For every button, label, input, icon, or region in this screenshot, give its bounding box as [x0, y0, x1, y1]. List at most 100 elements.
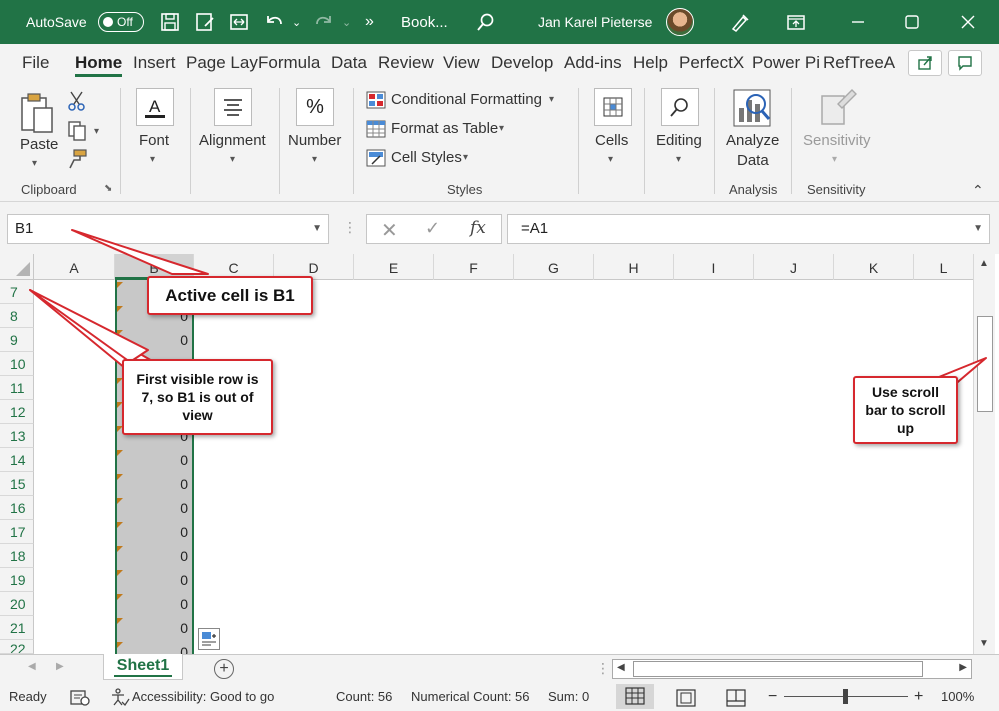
error-indicator-icon[interactable] — [117, 330, 123, 336]
new-sheet-icon[interactable]: + — [214, 659, 234, 679]
zoom-level[interactable]: 100% — [941, 682, 974, 711]
font-button[interactable]: A Font ▾ — [134, 88, 176, 172]
column-header-l[interactable]: L — [914, 254, 973, 280]
error-indicator-icon[interactable] — [117, 450, 123, 456]
save-icon[interactable] — [160, 0, 180, 44]
zoom-in-icon[interactable]: + — [914, 682, 923, 711]
column-header-k[interactable]: K — [834, 254, 914, 280]
page-break-view-icon[interactable] — [726, 688, 746, 707]
autofit-icon[interactable] — [229, 0, 249, 44]
tab-power-pivot[interactable]: Power Pi — [752, 44, 820, 82]
status-numerical-count[interactable]: Numerical Count: 56 — [411, 682, 530, 711]
tab-split-grip-icon[interactable]: ⋮ — [596, 660, 610, 677]
share-button[interactable] — [908, 50, 942, 76]
previous-sheet-icon[interactable]: ◀ — [28, 661, 36, 672]
row-header[interactable]: 10 — [0, 352, 34, 376]
horizontal-scroll-thumb[interactable] — [633, 661, 923, 677]
row-header[interactable]: 9 — [0, 328, 34, 352]
pen-icon[interactable] — [730, 0, 750, 44]
row-header[interactable]: 21 — [0, 616, 34, 640]
maximize-icon[interactable] — [902, 0, 922, 44]
save-as-icon[interactable] — [195, 0, 215, 44]
tab-page-layout[interactable]: Page Lay — [186, 44, 258, 82]
column-header-i[interactable]: I — [674, 254, 754, 280]
tab-reftree[interactable]: RefTreeA — [823, 44, 895, 82]
vertical-scrollbar[interactable]: ▲ ▼ — [973, 254, 995, 654]
autosave-toggle[interactable]: Off — [98, 0, 144, 44]
search-icon[interactable] — [476, 0, 496, 44]
ribbon-display-icon[interactable] — [786, 0, 806, 44]
collapse-ribbon-icon[interactable]: ⌃ — [972, 182, 984, 199]
row-header[interactable]: 20 — [0, 592, 34, 616]
horizontal-scrollbar[interactable]: ◀ ▶ — [612, 659, 972, 679]
clipboard-launcher-icon[interactable]: ⬊ — [104, 183, 112, 194]
normal-view-button[interactable] — [616, 684, 654, 709]
error-indicator-icon[interactable] — [117, 498, 123, 504]
row-header[interactable]: 22 — [0, 640, 34, 654]
tab-perfectx[interactable]: PerfectX — [679, 44, 744, 82]
row-header[interactable]: 11 — [0, 376, 34, 400]
tab-formulas[interactable]: Formula — [258, 44, 320, 82]
column-header-g[interactable]: G — [514, 254, 594, 280]
vertical-scroll-thumb[interactable] — [977, 316, 993, 412]
user-name[interactable]: Jan Karel Pieterse — [538, 0, 652, 44]
tab-developer[interactable]: Develop — [491, 44, 553, 82]
cell-b16[interactable]: 0 — [117, 496, 192, 520]
cell-styles-button[interactable]: Cell Styles ▾ — [366, 148, 476, 170]
sheet-tab-sheet1[interactable]: Sheet1 — [103, 654, 183, 680]
cell-b20[interactable]: 0 — [117, 592, 192, 616]
column-header-e[interactable]: E — [354, 254, 434, 280]
paste-button[interactable]: Paste ▾ — [14, 88, 62, 172]
cell-b22[interactable]: 0 — [117, 640, 192, 654]
conditional-formatting-button[interactable]: Conditional Formatting ▾ — [366, 90, 562, 112]
cells-button[interactable]: Cells ▾ — [590, 88, 636, 172]
row-header[interactable]: 13 — [0, 424, 34, 448]
tab-add-ins[interactable]: Add-ins — [564, 44, 622, 82]
row-header[interactable]: 14 — [0, 448, 34, 472]
scroll-right-icon[interactable]: ▶ — [959, 662, 967, 673]
minimize-icon[interactable] — [848, 0, 868, 44]
analyze-data-button[interactable]: Analyze Data — [722, 88, 784, 172]
editing-button[interactable]: Editing ▾ — [654, 88, 706, 172]
row-header[interactable]: 18 — [0, 544, 34, 568]
more-commands-button[interactable]: » — [365, 0, 374, 44]
cut-icon[interactable] — [66, 90, 88, 115]
tab-insert[interactable]: Insert — [133, 44, 176, 82]
zoom-out-icon[interactable]: − — [768, 682, 777, 711]
status-sum[interactable]: Sum: 0 — [548, 682, 589, 711]
error-indicator-icon[interactable] — [117, 594, 123, 600]
row-header[interactable]: 16 — [0, 496, 34, 520]
comments-button[interactable] — [948, 50, 982, 76]
cancel-icon[interactable]: ✕ — [381, 218, 398, 243]
row-header[interactable]: 19 — [0, 568, 34, 592]
close-icon[interactable] — [958, 0, 978, 44]
column-header-h[interactable]: H — [594, 254, 674, 280]
tab-home[interactable]: Home — [75, 44, 123, 82]
copy-icon[interactable] — [66, 120, 88, 145]
enter-icon[interactable]: ✓ — [425, 218, 440, 239]
status-count[interactable]: Count: 56 — [336, 682, 392, 711]
error-indicator-icon[interactable] — [117, 642, 123, 648]
name-box[interactable]: B1 ▼ — [7, 214, 329, 244]
cell-b17[interactable]: 0 — [117, 520, 192, 544]
error-indicator-icon[interactable] — [117, 618, 123, 624]
tab-file[interactable]: File — [22, 44, 49, 82]
number-button[interactable]: % Number ▾ — [286, 88, 346, 172]
error-indicator-icon[interactable] — [117, 570, 123, 576]
cell-b18[interactable]: 0 — [117, 544, 192, 568]
error-indicator-icon[interactable] — [117, 282, 123, 288]
cell-b15[interactable]: 0 — [117, 472, 192, 496]
tab-review[interactable]: Review — [378, 44, 434, 82]
undo-icon[interactable] — [264, 0, 284, 44]
expand-formula-icon[interactable]: ▼ — [973, 215, 983, 243]
scroll-up-icon[interactable]: ▲ — [979, 258, 989, 269]
tab-data[interactable]: Data — [331, 44, 367, 82]
error-indicator-icon[interactable] — [117, 306, 123, 312]
row-header[interactable]: 8 — [0, 304, 34, 328]
row-header[interactable]: 12 — [0, 400, 34, 424]
column-header-a[interactable]: A — [34, 254, 115, 280]
insert-function-icon[interactable]: fx — [470, 218, 486, 238]
column-header-j[interactable]: J — [754, 254, 834, 280]
quick-analysis-button[interactable] — [198, 628, 220, 650]
alignment-button[interactable]: Alignment ▾ — [196, 88, 272, 172]
